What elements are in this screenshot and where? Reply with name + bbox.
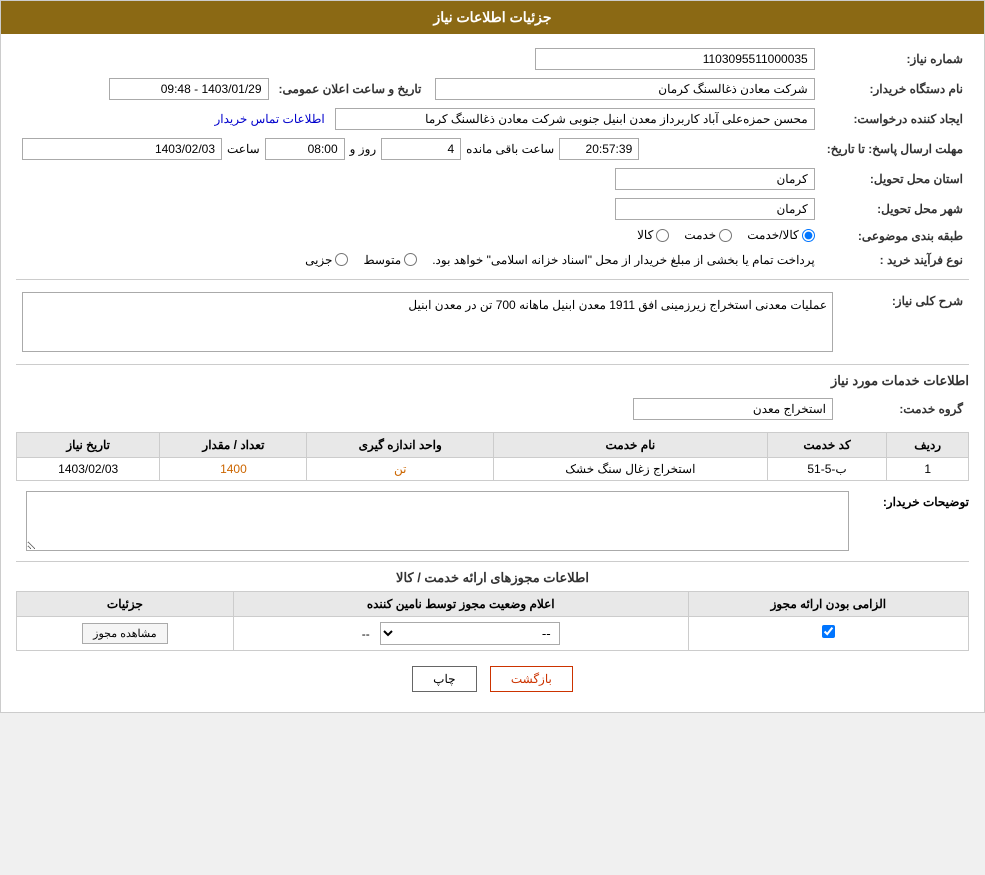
creator-input: محسن حمزه‌علی آباد کاربرداز معدن ابنیل ج… [335,108,815,130]
table-row: 1 ب-5-51 استخراج زغال سنگ خشک تن 1400 14… [17,457,969,480]
need-description-label: شرح کلی نیاز: [839,288,969,356]
action-buttons: بازگشت چاپ [16,666,969,692]
category-label: طبقه بندی موضوعی: [821,224,969,249]
purchase-type-radio-partial-input[interactable] [335,253,348,266]
category-radio-kala-input[interactable] [656,229,669,242]
buyer-org-label: نام دستگاه خریدار: [821,74,969,104]
need-description-grid: شرح کلی نیاز: عملیات معدنی استخراج زیرزم… [16,288,969,356]
category-value-cell: کالا/خدمت خدمت کالا [16,224,821,249]
col-mandatory: الزامی بودن ارائه مجوز [688,591,968,616]
back-button[interactable]: بازگشت [490,666,573,692]
purchase-type-note: پرداخت تمام یا بخشی از مبلغ خریدار از مح… [432,253,815,267]
category-radio-kala-label: کالا [637,228,653,242]
services-table: ردیف کد خدمت نام خدمت واحد اندازه گیری ت… [16,432,969,481]
response-deadline-value-cell: 20:57:39 ساعت باقی مانده 4 روز و 08:00 س… [16,134,821,164]
category-radio-group: کالا/خدمت خدمت کالا [637,228,815,242]
col-service-name: نام خدمت [493,432,767,457]
announce-datetime-label: تاریخ و ساعت اعلان عمومی: [279,82,422,96]
need-number-label: شماره نیاز: [821,44,969,74]
response-deadline-label: مهلت ارسال پاسخ: تا تاریخ: [821,134,969,164]
purchase-type-label: نوع فرآیند خرید : [821,249,969,271]
cell-date: 1403/02/03 [17,457,160,480]
purchase-type-radio-group: پرداخت تمام یا بخشی از مبلغ خریدار از مح… [305,253,815,267]
purchase-type-radio-medium-label: متوسط [363,253,401,267]
col-unit: واحد اندازه گیری [307,432,493,457]
need-description-value-cell: عملیات معدنی استخراج زیرزمینی افق 1911 م… [16,288,839,356]
response-date-input: 1403/02/03 [22,138,222,160]
col-quantity: تعداد / مقدار [160,432,307,457]
purchase-type-radio-medium: متوسط [363,253,417,267]
response-days-label: روز و [350,142,377,156]
category-radio-kala-khedmat-input[interactable] [802,229,815,242]
cell-mandatory [688,616,968,650]
page-wrapper: جزئیات اطلاعات نیاز شماره نیاز: 11030955… [0,0,985,713]
need-number-value-cell: 1103095511000035 [16,44,821,74]
need-number-input: 1103095511000035 [535,48,815,70]
cell-service-code: ب-5-51 [767,457,887,480]
category-radio-khedmat: خدمت [684,228,732,242]
creator-label: ایجاد کننده درخواست: [821,104,969,134]
cell-unit: تن [307,457,493,480]
status-select[interactable]: -- [380,622,560,645]
cell-quantity: 1400 [160,457,307,480]
need-description-box: عملیات معدنی استخراج زیرزمینی افق 1911 م… [22,292,833,352]
creator-value-cell: محسن حمزه‌علی آباد کاربرداز معدن ابنیل ج… [16,104,821,134]
city-delivery-value-cell: کرمان [16,194,821,224]
response-remaining-label: ساعت باقی مانده [466,142,554,156]
col-row-num: ردیف [887,432,969,457]
purchase-type-radio-medium-input[interactable] [404,253,417,266]
purchase-type-radio-partial: جزیی [305,253,348,267]
province-delivery-label: استان محل تحویل: [821,164,969,194]
print-button[interactable]: چاپ [412,666,476,692]
licenses-table: الزامی بودن ارائه مجوز اعلام وضعیت مجوز … [16,591,969,651]
buyer-notes-section: توضیحات خریدار: [16,491,969,551]
header-title-text: جزئیات اطلاعات نیاز [433,9,551,25]
buyer-org-input: شرکت معادن ذغالسنگ کرمان [435,78,815,100]
buyer-notes-label: توضیحات خریدار: [849,491,969,509]
main-content: شماره نیاز: 1103095511000035 نام دستگاه … [1,34,984,712]
divider-1 [16,279,969,280]
province-delivery-value-cell: کرمان [16,164,821,194]
city-delivery-label: شهر محل تحویل: [821,194,969,224]
mandatory-checkbox[interactable] [822,625,835,638]
city-delivery-input: کرمان [615,198,815,220]
view-license-button[interactable]: مشاهده مجوز [82,623,167,644]
col-status: اعلام وضعیت مجوز توسط نامین کننده [233,591,688,616]
purchase-type-radio-partial-label: جزیی [305,253,332,267]
cell-row-num: 1 [887,457,969,480]
licenses-section-header: اطلاعات مجوزهای ارائه خدمت / کالا [16,561,969,586]
response-time-input: 08:00 [265,138,345,160]
service-group-label: گروه خدمت: [839,394,969,424]
cell-status: -- -- [233,616,688,650]
page-title: جزئیات اطلاعات نیاز [1,1,984,34]
col-date: تاریخ نیاز [17,432,160,457]
buyer-notes-textarea[interactable] [26,491,849,551]
col-details: جزئیات [17,591,234,616]
category-radio-kala-khedmat-label: کالا/خدمت [747,228,798,242]
response-time-label: ساعت [227,142,260,156]
service-group-grid: گروه خدمت: استخراج معدن [16,394,969,424]
announce-datetime-input: 1403/01/29 - 09:48 [109,78,269,100]
category-radio-kala-khedmat: کالا/خدمت [747,228,814,242]
cell-service-name: استخراج زغال سنگ خشک [493,457,767,480]
category-radio-kala: کالا [637,228,669,242]
buyer-org-value-cell: شرکت معادن ذغالسنگ کرمان تاریخ و ساعت اع… [16,74,821,104]
status-value: -- [362,627,370,641]
response-days-input: 4 [381,138,461,160]
contact-link[interactable]: اطلاعات تماس خریدار [214,112,324,126]
province-delivery-input: کرمان [615,168,815,190]
purchase-type-value-cell: پرداخت تمام یا بخشی از مبلغ خریدار از مح… [16,249,821,271]
category-radio-khedmat-input[interactable] [719,229,732,242]
col-service-code: کد خدمت [767,432,887,457]
divider-2 [16,364,969,365]
service-group-input: استخراج معدن [633,398,833,420]
service-group-value-cell: استخراج معدن [16,394,839,424]
services-section-title: اطلاعات خدمات مورد نیاز [16,373,969,389]
cell-details: مشاهده مجوز [17,616,234,650]
category-radio-khedmat-label: خدمت [684,228,716,242]
list-item: -- -- مشاهده مجوز [17,616,969,650]
response-remaining-input: 20:57:39 [559,138,639,160]
info-grid: شماره نیاز: 1103095511000035 نام دستگاه … [16,44,969,271]
